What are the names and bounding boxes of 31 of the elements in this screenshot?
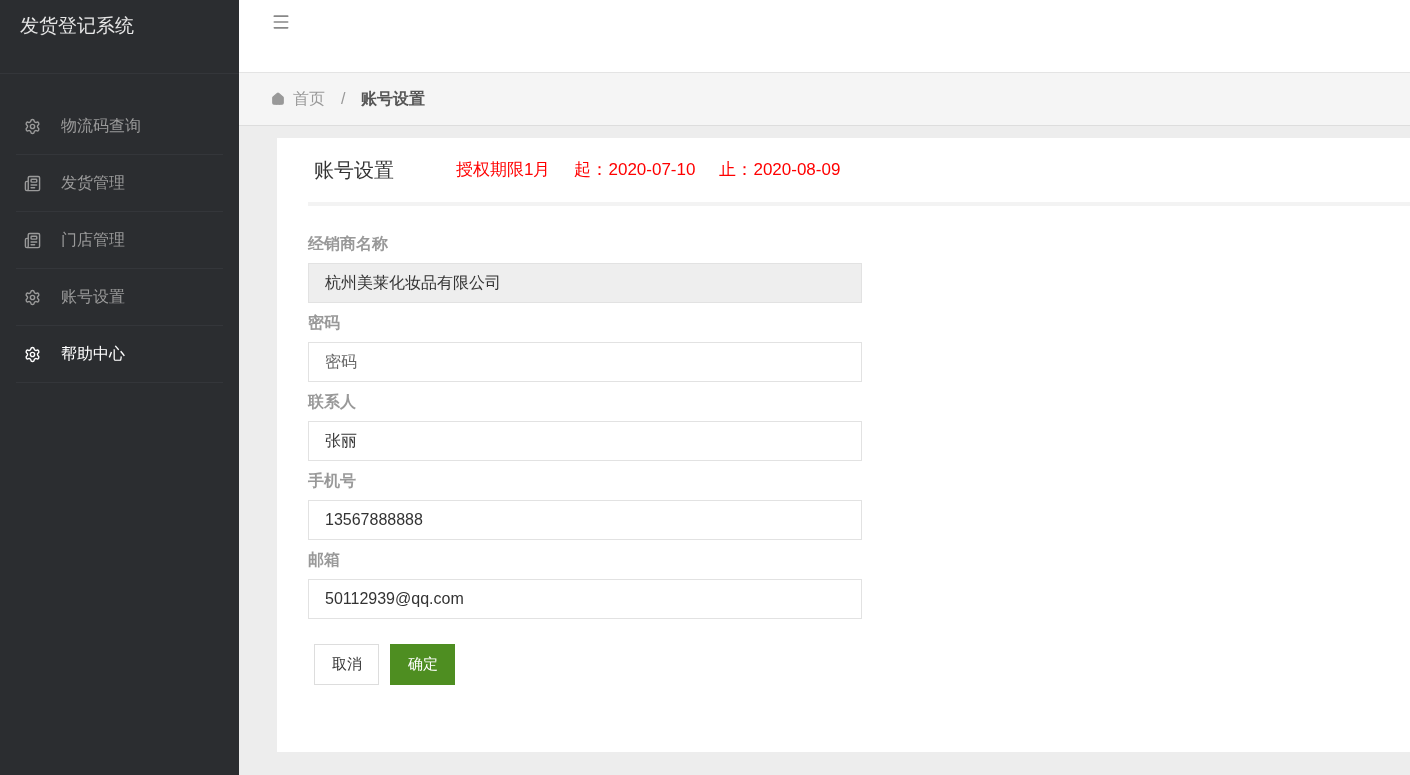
field-label: 联系人 (308, 392, 357, 412)
list-icon (24, 174, 41, 192)
field-label: 手机号 (308, 471, 357, 491)
card-title: 账号设置 (314, 158, 394, 183)
confirm-button[interactable]: 确定 (390, 644, 455, 685)
menu-icon[interactable] (271, 12, 291, 32)
sidebar-item[interactable]: 门店管理 (16, 212, 223, 269)
breadcrumb-separator: / (340, 89, 347, 109)
sidebar-item[interactable]: 帮助中心 (16, 326, 223, 383)
gear-icon (24, 288, 41, 306)
input-field[interactable]: 杭州美莱化妆品有限公司 (308, 263, 862, 303)
breadcrumb-current: 账号设置 (361, 89, 426, 109)
license-text: 止：2020-08-09 (719, 159, 841, 182)
sidebar-item[interactable]: 物流码查询 (16, 98, 223, 155)
home-icon (271, 92, 285, 106)
input-field[interactable]: 50112939@qq.com (308, 579, 862, 619)
gear-icon (24, 345, 41, 363)
input-field[interactable]: 张丽 (308, 421, 862, 461)
list-icon (24, 231, 41, 249)
app-title: 发货登记系统 (20, 15, 134, 36)
field-label: 经销商名称 (308, 234, 389, 254)
cancel-button[interactable]: 取消 (314, 644, 379, 685)
field-label: 密码 (308, 313, 341, 333)
license-text: 授权期限1月 (456, 159, 551, 182)
gear-icon (24, 117, 41, 135)
field-label: 邮箱 (308, 550, 341, 570)
input-field[interactable]: 密码 (308, 342, 862, 382)
sidebar-item[interactable]: 发货管理 (16, 155, 223, 212)
input-field[interactable]: 13567888888 (308, 500, 862, 540)
license-text: 起：2020-07-10 (574, 159, 696, 182)
sidebar-item[interactable]: 账号设置 (16, 269, 223, 326)
